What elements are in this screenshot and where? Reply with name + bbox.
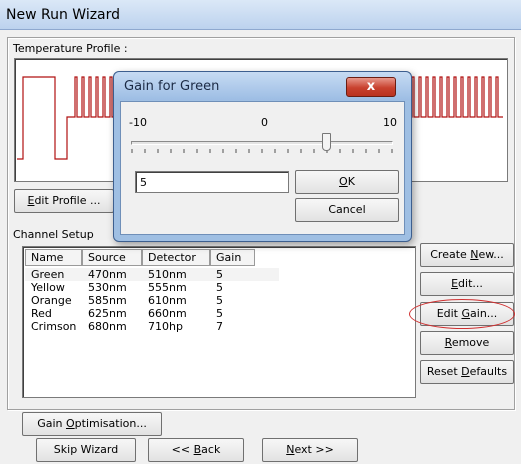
- cancel-button[interactable]: Cancel: [295, 198, 399, 222]
- channel-detector: 555nm: [148, 281, 187, 294]
- skip-wizard-button[interactable]: Skip Wizard: [36, 438, 136, 462]
- window-title: New Run Wizard: [6, 7, 121, 23]
- channel-row[interactable]: Green 470nm 510nm 5: [25, 268, 279, 281]
- channel-setup-label: Channel Setup: [13, 228, 94, 241]
- reset-defaults-button[interactable]: Reset Defaults: [420, 360, 514, 384]
- gain-value-input[interactable]: [135, 171, 289, 193]
- temperature-profile-label: Temperature Profile :: [13, 42, 128, 55]
- column-header-name[interactable]: Name: [25, 249, 82, 266]
- window-title-bar: New Run Wizard: [0, 0, 521, 30]
- channel-detector: 710hp: [148, 320, 183, 333]
- channel-name: Yellow: [31, 281, 65, 294]
- edit-channel-button[interactable]: Edit...: [420, 272, 514, 296]
- channel-detector: 660nm: [148, 307, 187, 320]
- channel-row[interactable]: Red 625nm 660nm 5: [25, 307, 279, 320]
- column-header-gain[interactable]: Gain: [210, 249, 255, 266]
- slider-mid-label: 0: [261, 116, 268, 129]
- gain-slider-thumb[interactable]: [322, 133, 331, 151]
- channel-gain: 5: [216, 281, 223, 294]
- create-new-button[interactable]: Create New...: [420, 243, 514, 267]
- channel-name: Orange: [31, 294, 72, 307]
- channel-list[interactable]: Name Source Detector Gain Green 470nm 51…: [22, 246, 416, 398]
- remove-button[interactable]: Remove: [420, 331, 514, 355]
- channel-source: 470nm: [88, 268, 127, 281]
- channel-source: 625nm: [88, 307, 127, 320]
- channel-source: 530nm: [88, 281, 127, 294]
- edit-profile-button[interactable]: Edit Profile ...: [14, 189, 114, 213]
- channel-gain: 5: [216, 268, 223, 281]
- gain-dialog-title: Gain for Green: [124, 79, 220, 94]
- edit-gain-highlight-ellipse: [409, 299, 515, 329]
- channel-name: Crimson: [31, 320, 77, 333]
- slider-tick-marks: [131, 149, 393, 153]
- slider-min-label: -10: [129, 116, 147, 129]
- channel-source: 585nm: [88, 294, 127, 307]
- column-header-detector[interactable]: Detector: [142, 249, 210, 266]
- channel-row[interactable]: Crimson 680nm 710hp 7: [25, 320, 279, 333]
- ok-button[interactable]: OK: [295, 170, 399, 194]
- channel-name: Red: [31, 307, 52, 320]
- channel-detector: 510nm: [148, 268, 187, 281]
- next-button[interactable]: Next >>: [262, 438, 358, 462]
- channel-name: Green: [31, 268, 65, 281]
- channel-source: 680nm: [88, 320, 127, 333]
- gain-slider-track[interactable]: [131, 141, 393, 145]
- back-button[interactable]: << Back: [148, 438, 244, 462]
- channel-gain: 7: [216, 320, 223, 333]
- gain-dialog-content: -10 0 10 OK Cancel: [120, 101, 405, 235]
- slider-max-label: 10: [383, 116, 397, 129]
- close-icon[interactable]: x: [346, 77, 396, 97]
- channel-gain: 5: [216, 294, 223, 307]
- channel-detector: 610nm: [148, 294, 187, 307]
- channel-gain: 5: [216, 307, 223, 320]
- channel-row[interactable]: Yellow 530nm 555nm 5: [25, 281, 279, 294]
- column-header-source[interactable]: Source: [82, 249, 142, 266]
- gain-optimisation-button[interactable]: Gain Optimisation...: [22, 412, 162, 436]
- channel-row[interactable]: Orange 585nm 610nm 5: [25, 294, 279, 307]
- gain-dialog: Gain for Green x -10 0 10 OK Cancel: [113, 71, 412, 242]
- waveform-right: [404, 76, 503, 118]
